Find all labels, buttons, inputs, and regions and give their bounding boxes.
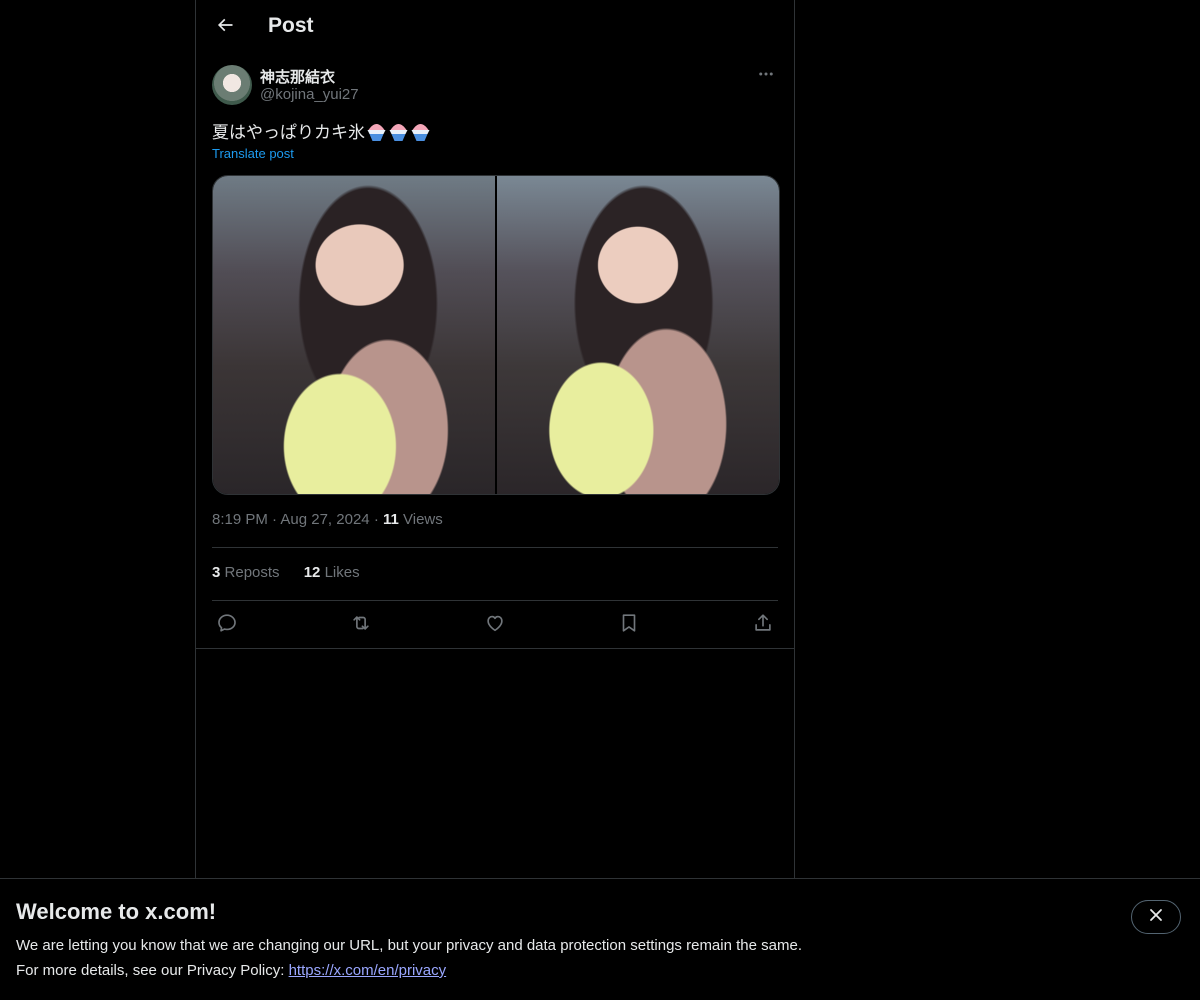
author-handle[interactable]: @kojina_yui27 xyxy=(260,86,359,103)
banner-message: We are letting you know that we are chan… xyxy=(16,937,802,954)
banner-privacy-line: For more details, see our Privacy Policy… xyxy=(16,962,446,979)
post-actions xyxy=(212,612,778,638)
repost-button[interactable] xyxy=(346,612,376,638)
reposts-count: 3 xyxy=(212,564,221,581)
post-column: Post 神志那結衣 @kojina_yui27 夏はやっぱりカキ氷 Trans… xyxy=(195,0,795,1000)
post-header: Post xyxy=(196,0,794,54)
shaved-ice-icon xyxy=(366,120,387,147)
share-icon xyxy=(752,612,774,639)
like-icon xyxy=(484,612,506,639)
privacy-policy-link[interactable]: https://x.com/en/privacy xyxy=(289,962,447,979)
arrow-left-icon xyxy=(215,15,235,40)
reply-icon xyxy=(216,612,238,639)
divider xyxy=(212,600,778,601)
bookmark-icon xyxy=(618,612,640,639)
divider xyxy=(212,547,778,548)
likes-count: 12 xyxy=(303,564,321,581)
bookmark-button[interactable] xyxy=(614,612,644,638)
post-bottom-border xyxy=(196,648,794,649)
more-options-button[interactable] xyxy=(754,64,778,88)
likes-stat[interactable]: 12 Likes xyxy=(304,564,360,581)
close-banner-button[interactable] xyxy=(1131,900,1181,934)
avatar[interactable] xyxy=(212,65,252,105)
post-body: 夏はやっぱりカキ氷 xyxy=(212,123,365,142)
likes-label: Likes xyxy=(324,564,360,581)
reposts-stat[interactable]: 3 Reposts xyxy=(212,564,280,581)
shaved-ice-icon xyxy=(388,120,409,147)
meta-separator: · xyxy=(373,511,379,528)
reposts-label: Reposts xyxy=(224,564,280,581)
post-text: 夏はやっぱりカキ氷 xyxy=(212,118,431,147)
page-title: Post xyxy=(268,14,314,37)
share-button[interactable] xyxy=(748,612,778,638)
meta-separator: · xyxy=(272,511,278,528)
shaved-ice-icon xyxy=(410,120,431,147)
author-name[interactable]: 神志那結衣 xyxy=(260,66,335,87)
post-meta: 8:19 PM · Aug 27, 2024 · 11 Views xyxy=(212,511,443,528)
back-button[interactable] xyxy=(208,10,242,44)
translate-post-link[interactable]: Translate post xyxy=(212,146,294,161)
more-dots-icon xyxy=(757,65,775,88)
post-photo[interactable] xyxy=(213,176,495,494)
close-icon xyxy=(1149,908,1163,927)
post-date[interactable]: Aug 27, 2024 xyxy=(280,511,369,528)
welcome-banner: Welcome to x.com! We are letting you kno… xyxy=(0,878,1200,1000)
banner-title: Welcome to x.com! xyxy=(16,899,217,924)
post-photo[interactable] xyxy=(497,176,779,494)
like-button[interactable] xyxy=(480,612,510,638)
banner-privacy-prefix: For more details, see our Privacy Policy… xyxy=(16,962,289,979)
post-time[interactable]: 8:19 PM xyxy=(212,511,268,528)
views-count: 11 xyxy=(382,511,399,528)
views-label: Views xyxy=(403,511,443,528)
post-stats: 3 Reposts 12 Likes xyxy=(212,564,380,581)
reply-button[interactable] xyxy=(212,612,242,638)
post-author: 神志那結衣 @kojina_yui27 xyxy=(212,64,778,106)
repost-icon xyxy=(350,612,372,639)
post-media xyxy=(212,175,780,495)
